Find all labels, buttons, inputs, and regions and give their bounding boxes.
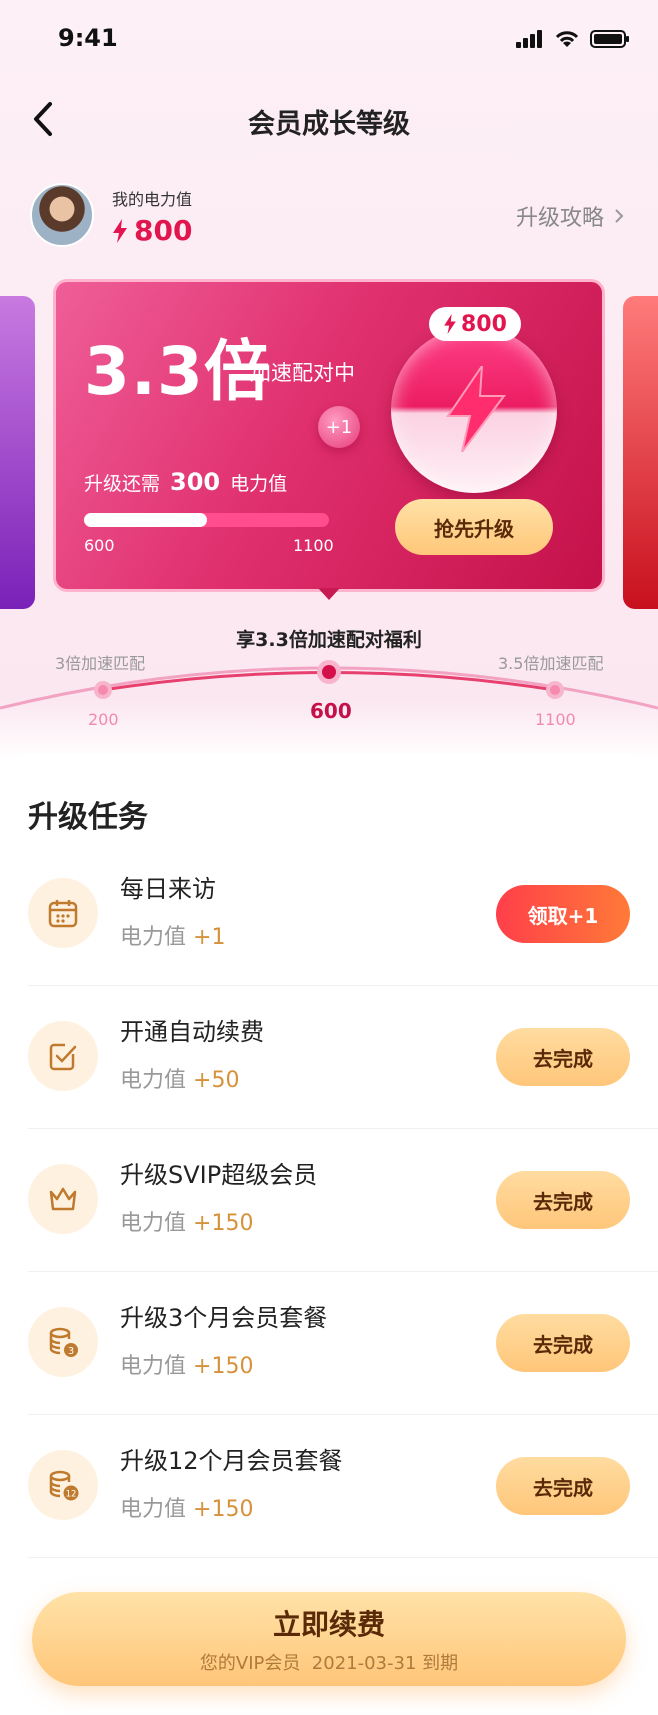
renew-now-button[interactable]: 立即续费 您的VIP会员 2021-03-31 到期 bbox=[32, 1592, 626, 1686]
go-complete-button[interactable]: 去完成 bbox=[496, 1028, 630, 1086]
next-level-card[interactable] bbox=[623, 296, 658, 609]
task-row: 每日来访 电力值 +1 领取+1 bbox=[28, 843, 658, 986]
vip-expiry: 您的VIP会员 2021-03-31 到期 bbox=[199, 1653, 459, 1674]
battery-icon bbox=[590, 30, 629, 48]
bolt-icon bbox=[444, 314, 456, 334]
reward-label: 电力值 bbox=[120, 1497, 187, 1522]
task-row: 升级SVIP超级会员 电力值 +150 去完成 bbox=[28, 1129, 658, 1272]
progress-max: 1100 bbox=[293, 536, 334, 555]
timeline-value-3: 1100 bbox=[535, 710, 576, 729]
timeline-value-1: 200 bbox=[88, 710, 119, 729]
task-icon-wrap bbox=[28, 1164, 98, 1234]
task-row: 3 升级3个月会员套餐 电力值 +150 去完成 bbox=[28, 1272, 658, 1415]
reward-value: +50 bbox=[193, 1068, 240, 1093]
reward-value: +150 bbox=[193, 1497, 254, 1522]
tasks-title: 升级任务 bbox=[28, 800, 148, 835]
need-prefix: 升级还需 bbox=[84, 473, 161, 495]
task-reward: 电力值 +150 bbox=[120, 1491, 253, 1523]
progress-fill bbox=[84, 513, 207, 527]
task-name: 开通自动续费 bbox=[120, 1018, 264, 1046]
avatar[interactable] bbox=[30, 183, 94, 247]
claim-button[interactable]: 领取+1 bbox=[496, 885, 630, 943]
reward-value: +1 bbox=[193, 925, 226, 950]
progress-bar bbox=[84, 513, 329, 527]
orb-badge-value: 800 bbox=[461, 311, 507, 337]
svg-text:12: 12 bbox=[66, 1490, 77, 1500]
timeline-left-label: 3倍加速匹配 bbox=[55, 654, 146, 673]
power-value: 800 bbox=[112, 214, 192, 247]
task-icon-wrap: 12 bbox=[28, 1450, 98, 1520]
task-icon-wrap: 3 bbox=[28, 1307, 98, 1377]
speed-multiplier: 3.3倍 bbox=[84, 333, 271, 410]
crown-icon bbox=[49, 1187, 77, 1211]
bolt-icon bbox=[113, 218, 127, 243]
upgrade-need: 升级还需 300 电力值 bbox=[84, 468, 287, 496]
signal-icon bbox=[516, 30, 542, 48]
task-icon-wrap bbox=[28, 1021, 98, 1091]
checkbox-icon bbox=[49, 1043, 77, 1071]
renew-label: 立即续费 bbox=[272, 1608, 385, 1641]
wifi-icon bbox=[555, 31, 579, 47]
reward-value: +150 bbox=[193, 1354, 254, 1379]
upgrade-now-button[interactable]: 抢先升级 bbox=[395, 499, 553, 555]
need-suffix: 电力值 bbox=[230, 473, 288, 495]
coins-12-icon: 12 bbox=[49, 1470, 79, 1501]
upgrade-strategy-link[interactable]: 升级攻略 bbox=[516, 200, 624, 232]
task-name: 每日来访 bbox=[120, 875, 216, 903]
task-icon-wrap bbox=[28, 878, 98, 948]
power-number: 800 bbox=[134, 214, 193, 247]
task-name: 升级SVIP超级会员 bbox=[120, 1161, 318, 1189]
reward-label: 电力值 bbox=[120, 1354, 187, 1379]
page-title: 会员成长等级 bbox=[248, 109, 410, 140]
svg-text:3: 3 bbox=[68, 1346, 74, 1357]
orb-bolt-icon bbox=[446, 366, 506, 452]
reward-label: 电力值 bbox=[120, 1068, 187, 1093]
timeline-right-label: 3.5倍加速匹配 bbox=[498, 654, 604, 673]
task-reward: 电力值 +150 bbox=[120, 1348, 253, 1380]
status-time: 9:41 bbox=[58, 24, 118, 52]
go-complete-button[interactable]: 去完成 bbox=[496, 1314, 630, 1372]
power-label: 我的电力值 bbox=[112, 190, 193, 209]
task-row: 开通自动续费 电力值 +50 去完成 bbox=[28, 986, 658, 1129]
task-reward: 电力值 +150 bbox=[120, 1205, 253, 1237]
reward-value: +150 bbox=[193, 1211, 254, 1236]
strategy-label: 升级攻略 bbox=[515, 206, 604, 231]
orb-badge: 800 bbox=[429, 307, 521, 341]
reward-label: 电力值 bbox=[120, 925, 187, 950]
task-name: 升级3个月会员套餐 bbox=[120, 1304, 328, 1332]
task-row: 12 升级12个月会员套餐 电力值 +150 去完成 bbox=[28, 1415, 658, 1558]
status-icons bbox=[516, 28, 630, 50]
go-complete-button[interactable]: 去完成 bbox=[496, 1171, 630, 1229]
task-name: 升级12个月会员套餐 bbox=[120, 1447, 343, 1475]
task-reward: 电力值 +1 bbox=[120, 919, 225, 951]
reward-label: 电力值 bbox=[120, 1211, 187, 1236]
progress-min: 600 bbox=[84, 536, 115, 555]
multiplier-subtitle: 加速配对中 bbox=[250, 361, 355, 385]
task-reward: 电力值 +50 bbox=[120, 1062, 239, 1094]
plus-one-bubble: +1 bbox=[318, 406, 360, 448]
coins-3-icon: 3 bbox=[49, 1327, 78, 1357]
need-value: 300 bbox=[170, 468, 221, 496]
go-complete-button[interactable]: 去完成 bbox=[496, 1457, 630, 1515]
calendar-icon bbox=[48, 900, 78, 928]
card-pointer bbox=[318, 588, 340, 600]
prev-level-card[interactable] bbox=[0, 296, 35, 609]
timeline-value-2: 600 bbox=[310, 699, 352, 723]
chevron-right-icon bbox=[615, 209, 624, 223]
